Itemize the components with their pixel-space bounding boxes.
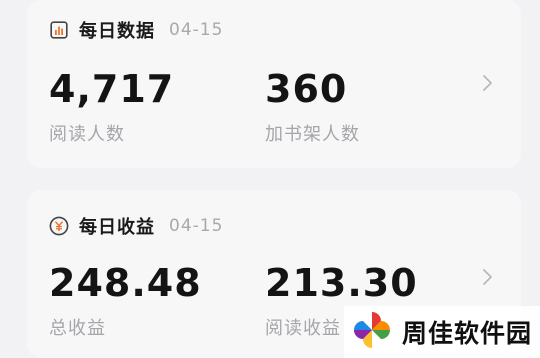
daily-income-header: 每日收益 04-15	[49, 212, 223, 240]
pinwheel-logo-icon	[350, 308, 394, 356]
total-income-metric: 248.48 总收益	[49, 264, 202, 340]
watermark-text: 周佳软件园	[402, 319, 533, 348]
daily-data-header: 每日数据 04-15	[49, 16, 223, 44]
chevron-right-icon[interactable]	[481, 72, 495, 94]
bar-chart-icon	[49, 20, 69, 40]
site-watermark: 周佳软件园	[344, 306, 540, 358]
total-income-amount: 248.48	[49, 261, 202, 305]
bookshelf-label: 加书架人数	[265, 124, 360, 145]
reading-income-amount: 213.30	[265, 261, 418, 305]
total-income-label: 总收益	[49, 318, 106, 339]
chevron-right-icon[interactable]	[481, 266, 495, 288]
daily-data-date: 04-15	[169, 20, 224, 40]
readers-label: 阅读人数	[49, 124, 125, 145]
readers-count: 4,717	[49, 67, 175, 111]
readers-metric: 4,717 阅读人数	[49, 70, 174, 146]
daily-income-date: 04-15	[169, 216, 224, 236]
yen-coin-icon	[49, 216, 69, 236]
daily-income-title: 每日收益	[79, 217, 155, 238]
daily-data-card[interactable]: 每日数据 04-15 4,717 阅读人数 360 加书架人数	[27, 0, 521, 168]
bookshelf-count: 360	[265, 67, 348, 111]
daily-data-title: 每日数据	[79, 21, 155, 42]
bookshelf-metric: 360 加书架人数	[265, 70, 360, 146]
